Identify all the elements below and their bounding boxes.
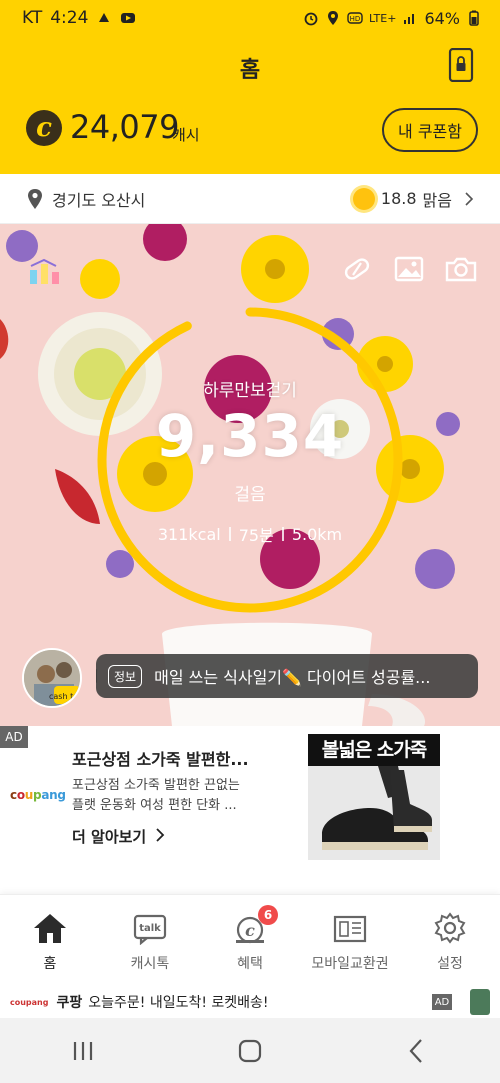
ad-title[interactable]: 포근상점 소가죽 발편한...: [72, 746, 292, 770]
banner-text: 오늘주문! 내일도착! 로켓배송!: [88, 995, 269, 1011]
banner-brand: 쿠팡: [56, 995, 83, 1011]
kcal-value: 311kcal: [157, 524, 221, 544]
location-name: 경기도 오산시: [52, 190, 146, 210]
stat-divider: [228, 527, 231, 541]
benefits-badge: 6: [258, 905, 278, 925]
step-stats: 311kcal 75분 5.0km: [0, 522, 500, 546]
sun-icon: [352, 187, 375, 210]
battery-percent: 64%: [424, 8, 460, 28]
tab-label: 캐시톡: [130, 956, 170, 972]
banner-thumbnail: [470, 989, 490, 1015]
tab-home[interactable]: 홈: [0, 895, 100, 986]
banner-ad-tag: AD: [432, 994, 452, 1010]
coupang-logo: coupang: [10, 788, 66, 802]
notification-icon: [99, 13, 110, 22]
tab-label: 혜택: [237, 956, 263, 972]
youtube-icon: [121, 13, 136, 23]
weather-info[interactable]: 18.8 맑음: [352, 187, 474, 211]
system-nav-bar: [0, 1018, 500, 1083]
ad-card[interactable]: AD coupang 포근상점 소가죽 발편한... 포근상점 소가죽 발편한 …: [0, 726, 500, 894]
lock-screen-icon[interactable]: [448, 48, 474, 82]
camera-icon[interactable]: [444, 254, 478, 284]
cashtalk-message: 매일 쓰는 식사일기✏️ 다이어트 성공률...: [154, 668, 431, 687]
page-title: 홈: [239, 58, 261, 83]
chevron-right-icon: [156, 828, 165, 842]
home-button-icon[interactable]: [236, 1037, 264, 1065]
hd-icon: HD: [347, 12, 363, 24]
cashtalk-avatar[interactable]: cash talk: [22, 648, 82, 708]
bottom-banner-ad[interactable]: coupang 쿠팡 오늘주문! 내일도착! 로켓배송! AD: [0, 986, 500, 1018]
back-icon[interactable]: [403, 1037, 431, 1065]
ad-desc-line: 플랫 운동화 여성 편한 단화 ...: [72, 798, 237, 813]
location-status-icon: [327, 11, 338, 25]
status-bar: KT 4:24 HD LTE+ 64%: [0, 0, 500, 36]
tab-mobile-voucher[interactable]: 모바일교환권: [300, 895, 400, 986]
ad-desc-line: 포근상점 소가죽 발편한 끈없는: [72, 778, 240, 793]
talk-icon: talk: [133, 914, 167, 945]
svg-text:HD: HD: [350, 15, 361, 23]
ad-description: 포근상점 소가죽 발편한 끈없는 플랫 운동화 여성 편한 단화 ...: [72, 776, 292, 816]
gallery-icon[interactable]: [392, 254, 426, 284]
weather-condition: 맑음: [422, 190, 452, 210]
cashtalk-bubble[interactable]: 정보 매일 쓰는 식사일기✏️ 다이어트 성공률...: [96, 654, 478, 698]
app-header: 홈 c 24,079 캐시 내 쿠폰함: [0, 36, 500, 174]
carrier-label: KT: [22, 8, 43, 28]
temperature: 18.8: [380, 189, 417, 208]
chevron-right-icon: [465, 191, 474, 206]
home-icon: [34, 914, 66, 943]
location-row[interactable]: 경기도 오산시 18.8 맑음: [0, 174, 500, 224]
alarm-icon: [304, 12, 318, 26]
ad-tag: AD: [0, 726, 28, 748]
svg-text:talk: talk: [139, 923, 161, 934]
tab-cashtalk[interactable]: talk 캐시톡: [100, 895, 200, 986]
minutes-value: 75분: [238, 526, 274, 545]
recent-apps-icon[interactable]: [69, 1037, 97, 1065]
location-pin-icon: [28, 188, 42, 209]
cash-amount[interactable]: 24,079: [70, 108, 179, 146]
cash-coin-icon: c: [26, 110, 62, 146]
tab-label: 홈: [43, 956, 57, 972]
my-coupon-button[interactable]: 내 쿠폰함: [382, 108, 478, 152]
tab-settings[interactable]: 설정: [400, 895, 500, 986]
stat-divider: [281, 527, 284, 541]
tab-benefits[interactable]: c 6 혜택: [200, 895, 300, 986]
ad-product-image[interactable]: 볼넓은 소가죽: [308, 734, 440, 860]
clock: 4:24: [50, 8, 89, 28]
tab-label: 설정: [437, 956, 463, 972]
battery-icon: [469, 10, 479, 26]
learn-more-link[interactable]: 더 알아보기: [72, 826, 165, 847]
bottom-tab-bar: 홈 talk 캐시톡 c 6 혜택 모바일교환권 설정: [0, 894, 500, 986]
signal-icon: [404, 14, 415, 24]
step-hero: 하루만보걷기 9,334 걸음 311kcal 75분 5.0km cash t…: [0, 224, 500, 726]
distance-value: 5.0km: [291, 524, 343, 544]
ticket-icon: [333, 915, 367, 943]
step-count[interactable]: 9,334: [0, 402, 500, 470]
step-challenge-title: 하루만보걷기: [203, 381, 297, 401]
banner-logo: coupang: [10, 997, 49, 1007]
svg-text:c: c: [245, 921, 255, 940]
stats-chart-icon[interactable]: [28, 256, 62, 286]
info-tag: 정보: [108, 664, 143, 688]
cash-unit: 캐시: [172, 126, 200, 144]
pill-icon[interactable]: [340, 254, 374, 284]
tab-label: 모바일교환권: [311, 956, 389, 972]
network-type: LTE+: [368, 11, 397, 25]
gear-icon: [434, 912, 466, 944]
step-unit: 걸음: [234, 485, 266, 505]
